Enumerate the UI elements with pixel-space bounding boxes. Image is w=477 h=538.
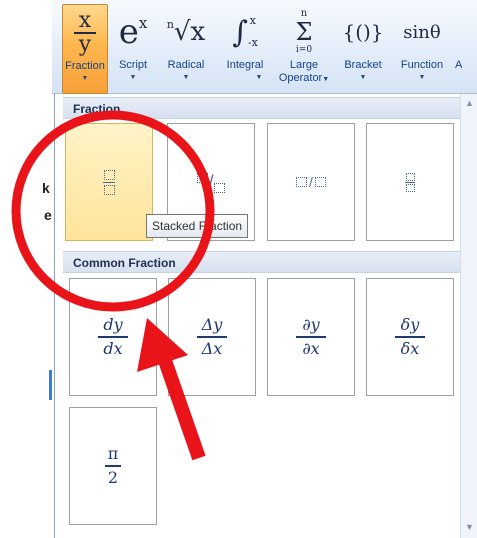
summation-icon-sign: Σ [295,18,313,46]
script-label: Script [118,59,148,71]
fraction-small-delta-tile[interactable]: δy δx [366,278,454,396]
chevron-down-icon: ▼ [418,74,426,81]
fraction-dy-dx-tile[interactable]: dy dx [69,278,157,396]
fraction-icon-denominator: y [78,32,92,57]
linear-fraction-icon: / [296,174,326,190]
chevron-down-icon: ▼ [81,75,89,82]
fraction-pi-over-2-tile[interactable]: π 2 [69,407,157,525]
scroll-down-icon[interactable]: ▼ [461,520,477,534]
numerator: δy [400,315,420,335]
doc-marker [49,370,52,400]
fraction-partial: ∂y ∂x [296,316,326,358]
chevron-down-icon: ▼ [182,74,190,81]
small-fraction-tile[interactable] [366,123,454,241]
script-icon-base: e [118,12,139,52]
section-header-common-fraction: Common Fraction [63,251,461,273]
large-operator-button[interactable]: n Σ i=0 Large Operator▼ [276,4,332,92]
accent-label: A [455,59,463,71]
integral-icon-sign: ∫ [232,14,248,50]
fraction-label: Fraction [65,60,105,72]
script-icon-sup: x [138,14,148,32]
chevron-down-icon: ▼ [129,74,137,81]
fraction-delta: Δy Δx [197,316,227,358]
summation-icon-lower: i=0 [295,45,313,55]
integral-icon: ∫ x -x [218,8,272,56]
function-button[interactable]: sinθ Function ▼ [392,4,452,92]
gallery-scrollbar[interactable]: ▲ ▼ [460,94,477,538]
fraction-icon: x y [63,9,107,57]
radical-label: Radical [167,59,205,71]
numerator: dy [103,315,123,335]
numerator: π [107,444,119,464]
fraction-partial-tile[interactable]: ∂y ∂x [267,278,355,396]
chevron-down-icon: ▼ [322,76,330,83]
numerator: Δy [201,315,223,335]
large-operator-label: Large Operator▼ [276,59,332,86]
fraction-pi-over-2: π 2 [105,445,121,487]
bracket-label: Bracket [344,59,382,71]
fraction-button[interactable]: x y Fraction ▼ [62,4,108,94]
stacked-fraction-tile[interactable] [65,123,153,241]
fraction-icon-numerator: x [78,8,92,33]
radical-icon-index: n [166,17,174,31]
fraction-gallery: Fraction / / Common Fraction dy dx Δy Δx [54,94,477,538]
denominator: ∂x [302,338,320,358]
denominator: 2 [107,467,119,487]
doc-text-fragment: e [44,207,52,223]
fraction-small-delta: δy δx [395,316,425,358]
radical-icon-body: √x [173,17,206,47]
bracket-icon: {()} [342,20,384,44]
integral-icon-upper: x [249,14,256,27]
radical-icon: n √x [158,8,214,56]
tooltip: Stacked Fraction [146,214,249,238]
small-fraction-icon [405,172,415,192]
bracket-button[interactable]: {()} Bracket ▼ [336,4,390,92]
script-button[interactable]: e x Script ▼ [110,4,156,92]
large-operator-label-2: Operator [278,72,323,84]
accent-button[interactable]: A [455,4,475,92]
stacked-fraction-icon [103,169,115,195]
denominator: δx [400,338,420,358]
chevron-down-icon: ▼ [359,74,367,81]
document-sliver: k e [0,0,52,538]
scroll-up-icon[interactable]: ▲ [461,96,477,110]
summation-icon: n Σ i=0 [276,8,332,56]
denominator: dx [103,338,123,358]
numerator: ∂y [302,315,320,335]
integral-label: Integral [226,59,264,71]
fraction-dy-dx: dy dx [98,316,128,358]
integral-button[interactable]: ∫ x -x Integral ▼ [218,4,272,92]
section-header-fraction: Fraction [63,97,461,119]
doc-text-fragment: k [42,180,50,196]
chevron-down-icon: ▼ [255,74,263,81]
skewed-fraction-icon: / [197,172,225,193]
function-label: Function [400,59,444,71]
script-icon: e x [110,8,156,56]
linear-fraction-tile[interactable]: / [267,123,355,241]
denominator: Δx [201,338,223,358]
fraction-delta-tile[interactable]: Δy Δx [168,278,256,396]
large-operator-label-1: Large [289,59,319,71]
radical-button[interactable]: n √x Radical ▼ [158,4,214,92]
integral-icon-lower: -x [247,36,258,49]
function-icon: sinθ [403,21,441,43]
equation-ribbon: x y Fraction ▼ e x Script ▼ n √x Radical… [52,0,477,94]
